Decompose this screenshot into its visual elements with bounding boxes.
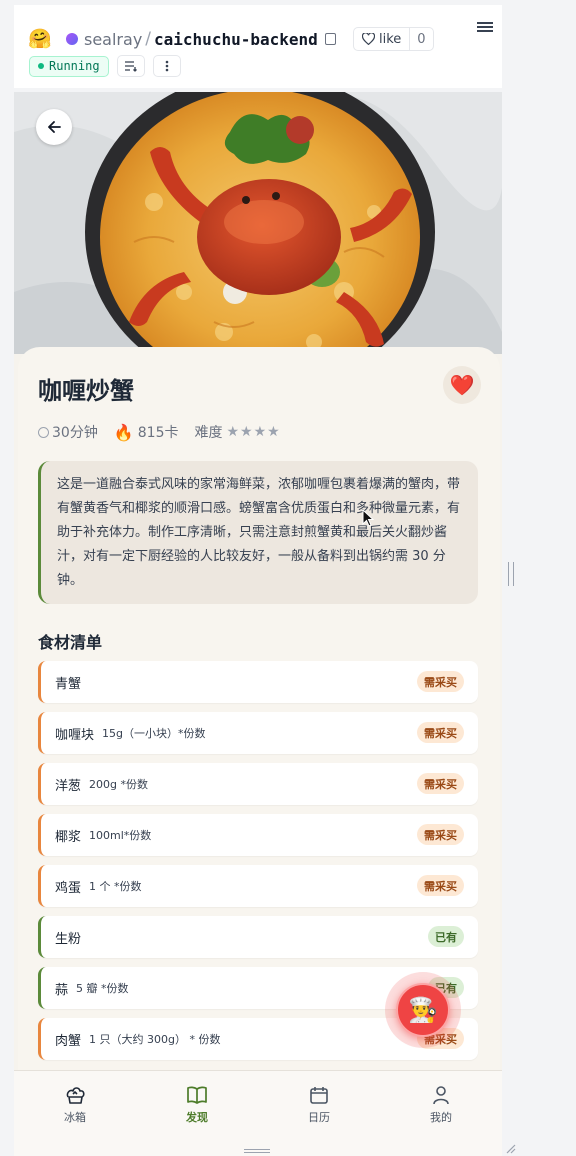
chef-assistant-button[interactable]: 👨‍🍳 <box>396 983 450 1037</box>
space-status-row: Running <box>29 55 181 77</box>
favorite-button[interactable]: ❤️ <box>443 366 481 404</box>
recipe-title: 咖喱炒蟹 <box>38 376 134 405</box>
owner-link[interactable]: sealray <box>84 30 142 49</box>
like-main[interactable]: like <box>354 28 409 50</box>
tab-calendar[interactable]: 日历 <box>258 1071 380 1156</box>
ingredient-row[interactable]: 椰浆 100ml*份数 需采买 <box>38 814 478 856</box>
difficulty-label: 难度 <box>194 425 223 441</box>
ingredients-heading: 食材清单 <box>38 633 103 652</box>
logs-button[interactable] <box>116 55 145 77</box>
mouse-cursor-icon <box>362 509 374 527</box>
difficulty-stars: ★★★★ <box>226 424 281 440</box>
ingredient-quantity: 200g *份数 <box>89 778 148 791</box>
like-button[interactable]: like 0 <box>353 27 434 51</box>
back-button[interactable] <box>36 109 72 145</box>
vertical-dots-icon <box>165 60 168 72</box>
status-label: Running <box>49 59 100 73</box>
ingredient-quantity: 1 只（大约 300g） * 份数 <box>89 1033 221 1046</box>
ingredient-name: 蒜 <box>55 982 69 998</box>
heart-icon: ❤️ <box>449 373 475 397</box>
resize-corner-icon[interactable] <box>506 1144 516 1154</box>
cook-time: 30分钟 <box>52 425 98 441</box>
ingredient-quantity: 5 瓣 *份数 <box>76 982 129 995</box>
tab-label: 冰箱 <box>64 1111 86 1124</box>
path-separator: / <box>145 29 152 49</box>
ingredient-status-tag[interactable]: 需采买 <box>417 671 464 692</box>
tab-fridge[interactable]: 冰箱 <box>14 1071 136 1156</box>
user-icon <box>433 1086 449 1105</box>
logs-icon <box>124 61 137 72</box>
ingredient-name: 洋葱 <box>55 778 82 794</box>
arrow-left-icon <box>48 121 61 133</box>
clock-icon <box>38 426 49 438</box>
huggingface-logo-icon[interactable]: 🤗 <box>28 28 52 50</box>
bottom-tab-bar: 冰箱 发现 日历 我的 <box>14 1070 502 1156</box>
heart-outline-icon <box>362 33 375 45</box>
resize-handle[interactable] <box>508 562 514 586</box>
ingredient-row[interactable]: 鸡蛋 1 个 *份数 需采买 <box>38 865 478 907</box>
ingredient-row[interactable]: 生粉 已有 <box>38 916 478 958</box>
tab-discover[interactable]: 发现 <box>136 1071 258 1156</box>
ingredient-name: 生粉 <box>55 931 82 947</box>
repo-link[interactable]: caichuchu-backend <box>154 30 318 49</box>
book-icon <box>187 1086 207 1104</box>
ingredient-quantity: 100ml*份数 <box>89 829 152 842</box>
ingredient-status-tag[interactable]: 需采买 <box>417 824 464 845</box>
calories: 815卡 <box>137 425 179 441</box>
ingredient-row[interactable]: 洋葱 200g *份数 需采买 <box>38 763 478 805</box>
chef-icon: 👨‍🍳 <box>408 996 438 1024</box>
calendar-icon <box>310 1087 328 1104</box>
curry-crab-illustration <box>14 92 502 354</box>
bottom-resize-handle[interactable] <box>244 1149 270 1153</box>
tab-label: 发现 <box>186 1111 208 1124</box>
menu-icon[interactable] <box>477 20 493 36</box>
ingredient-status-tag[interactable]: 需采买 <box>417 773 464 794</box>
ingredient-status-tag[interactable]: 已有 <box>428 926 464 947</box>
like-count: 0 <box>409 28 432 50</box>
fridge-icon <box>66 1087 85 1104</box>
tab-profile[interactable]: 我的 <box>380 1071 502 1156</box>
status-badge[interactable]: Running <box>29 55 109 77</box>
ingredient-status-tag[interactable]: 需采买 <box>417 722 464 743</box>
ingredient-name: 鸡蛋 <box>55 880 82 896</box>
status-dot-icon <box>38 63 44 69</box>
recipe-description: 这是一道融合泰式风味的家常海鲜菜，浓郁咖喱包裹着爆满的蟹肉，带有蟹黄香气和椰浆的… <box>38 461 478 604</box>
ingredient-name: 青蟹 <box>55 676 82 692</box>
space-title-row: 🤗 sealray / caichuchu-backend <box>28 24 336 54</box>
more-options-button[interactable] <box>152 55 181 77</box>
copy-icon[interactable] <box>324 33 336 45</box>
tab-label: 我的 <box>430 1111 452 1124</box>
owner-avatar <box>66 33 78 45</box>
ingredient-name: 咖喱块 <box>55 727 95 743</box>
ingredient-row[interactable]: 咖喱块 15g（一小块）*份数 需采买 <box>38 712 478 754</box>
fire-icon: 🔥 <box>113 422 134 442</box>
like-label: like <box>379 31 402 47</box>
ingredient-status-tag[interactable]: 需采买 <box>417 875 464 896</box>
ingredient-quantity: 15g（一小块）*份数 <box>102 727 206 740</box>
ingredient-quantity: 1 个 *份数 <box>89 880 142 893</box>
tab-label: 日历 <box>308 1111 330 1124</box>
ingredient-name: 肉蟹 <box>55 1033 82 1049</box>
ingredient-name: 椰浆 <box>55 829 82 845</box>
recipe-meta: 30分钟 🔥 815卡 难度 ★★★★ <box>38 422 281 442</box>
recipe-app: 咖喱炒蟹 ❤️ 30分钟 🔥 815卡 难度 ★★★★ 这是一道融合泰式风味的家… <box>14 92 502 1156</box>
ingredient-row[interactable]: 青蟹 需采买 <box>38 661 478 703</box>
recipe-hero-image <box>14 92 502 354</box>
